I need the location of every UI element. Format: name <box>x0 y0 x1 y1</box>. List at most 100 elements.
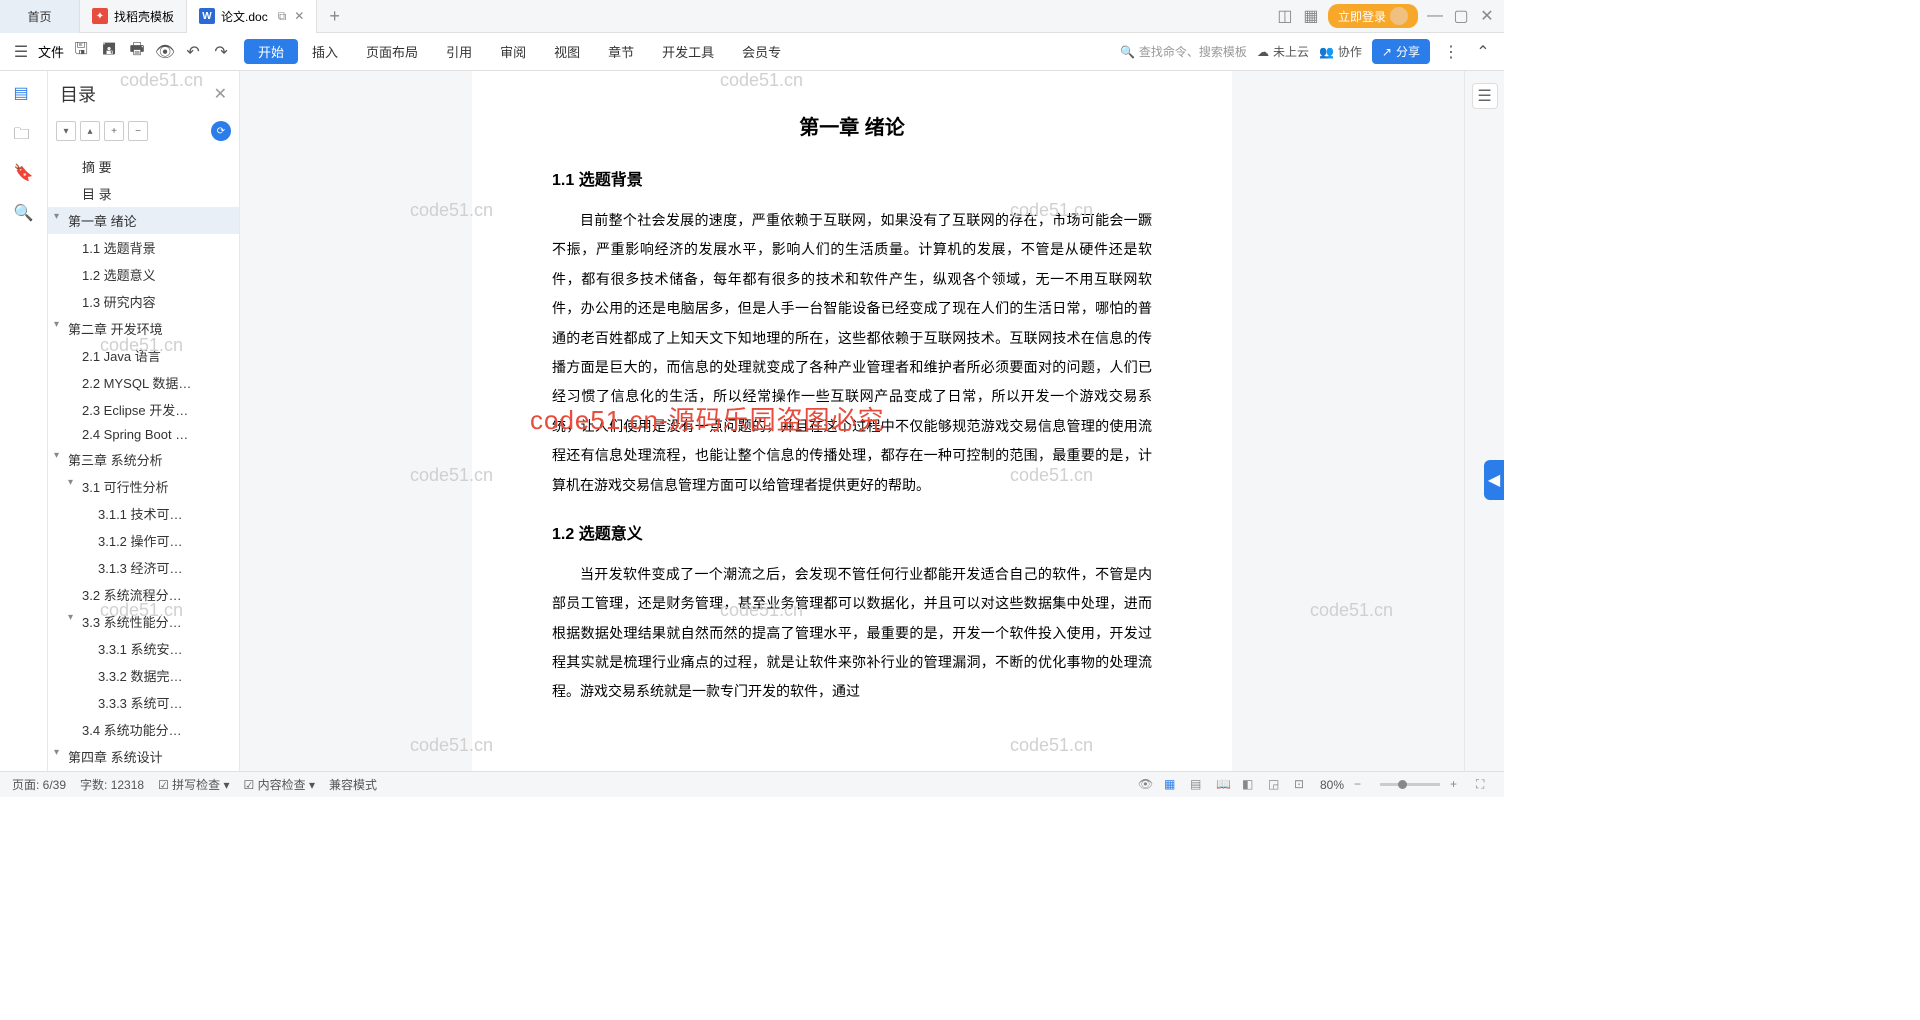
menu-layout[interactable]: 页面布局 <box>352 33 432 71</box>
bookmark-icon[interactable]: 🔖 <box>14 163 34 183</box>
avatar-icon <box>1390 7 1408 25</box>
status-bar: 页面: 6/39 字数: 12318 ☑ 拼写检查 ▾ ☑ 内容检查 ▾ 兼容模… <box>0 771 1504 797</box>
zoom-level[interactable]: 80% <box>1320 778 1344 792</box>
menu-start[interactable]: 开始 <box>244 39 298 64</box>
share-icon: ↗ <box>1382 45 1392 59</box>
preview-icon[interactable]: 👁 <box>154 41 176 63</box>
feedback-tab[interactable]: ◀ <box>1484 460 1504 500</box>
toc-close-icon[interactable]: ✕ <box>214 84 227 104</box>
tab-document[interactable]: W 论文.doc ⧉ ✕ <box>187 0 317 33</box>
toc-item[interactable]: 3.2 系统流程分… <box>48 581 239 608</box>
toc-item[interactable]: 3.3 系统性能分… <box>48 608 239 635</box>
file-menu[interactable]: 文件 <box>38 42 64 61</box>
title-tab-bar: 首页 ✦ 找稻壳模板 W 论文.doc ⧉ ✕ + ◫ ▦ 立即登录 — ▢ ✕ <box>0 0 1504 33</box>
toc-item[interactable]: 1.1 选题背景 <box>48 234 239 261</box>
tab-templates[interactable]: ✦ 找稻壳模板 <box>80 0 187 33</box>
view-outline-icon[interactable]: ▤ <box>1190 777 1206 793</box>
close-icon[interactable]: ✕ <box>1478 7 1496 25</box>
page: 第一章 绪论 1.1 选题背景 目前整个社会发展的速度，严重依赖于互联网，如果没… <box>472 71 1232 771</box>
toc-add[interactable]: + <box>104 121 124 141</box>
undo-icon[interactable]: ↶ <box>182 41 204 63</box>
view-read-icon[interactable]: 📖 <box>1216 777 1232 793</box>
toc-remove[interactable]: − <box>128 121 148 141</box>
toc-item[interactable]: 1.3 研究内容 <box>48 288 239 315</box>
toc-item[interactable]: 3.1.2 操作可… <box>48 527 239 554</box>
cloud-status[interactable]: ☁未上云 <box>1257 43 1309 60</box>
zoom-slider[interactable] <box>1380 783 1440 786</box>
ruler-icon[interactable]: ◲ <box>1268 777 1284 793</box>
toc-item[interactable]: 3.3.3 系统可… <box>48 689 239 716</box>
toc-item[interactable]: 2.4 Spring Boot … <box>48 423 239 446</box>
tab-close-icon[interactable]: ✕ <box>294 9 304 23</box>
toc-item[interactable]: 3.1.3 经济可… <box>48 554 239 581</box>
more-icon[interactable]: ⋮ <box>1440 41 1462 63</box>
find-icon[interactable]: 🔍 <box>14 203 34 223</box>
login-button[interactable]: 立即登录 <box>1328 4 1418 28</box>
view-web-icon[interactable]: ◧ <box>1242 777 1258 793</box>
menu-bar: 开始 插入 页面布局 引用 审阅 视图 章节 开发工具 会员专 <box>244 33 795 71</box>
paragraph: 当开发软件变成了一个潮流之后，会发现不管任何行业都能开发适合自己的软件，不管是内… <box>552 560 1152 707</box>
document-viewport[interactable]: 第一章 绪论 1.1 选题背景 目前整个社会发展的速度，严重依赖于互联网，如果没… <box>240 71 1464 771</box>
toc-item[interactable]: 2.1 Java 语言 <box>48 342 239 369</box>
toc-item[interactable]: 目 录 <box>48 180 239 207</box>
share-button[interactable]: ↗分享 <box>1372 39 1430 64</box>
maximize-icon[interactable]: ▢ <box>1452 7 1470 25</box>
page-indicator[interactable]: 页面: 6/39 <box>12 776 66 793</box>
right-rail: ☰ <box>1464 71 1504 771</box>
toc-item[interactable]: 2.2 MYSQL 数据… <box>48 369 239 396</box>
menu-devtools[interactable]: 开发工具 <box>648 33 728 71</box>
cloud-icon: ☁ <box>1257 45 1269 59</box>
redo-icon[interactable]: ↷ <box>210 41 232 63</box>
hamburger-icon[interactable]: ☰ <box>10 41 32 63</box>
tab-label: 论文.doc <box>221 8 268 25</box>
toc-item[interactable]: 3.3.2 数据完… <box>48 662 239 689</box>
tab-home[interactable]: 首页 <box>0 0 80 33</box>
search-input[interactable]: 🔍 查找命令、搜索模板 <box>1120 43 1247 60</box>
toc-item[interactable]: 第三章 系统分析 <box>48 446 239 473</box>
toc-item[interactable]: 3.4 系统功能分… <box>48 716 239 743</box>
tab-dup-icon[interactable]: ⧉ <box>278 9 287 24</box>
toc-list: 摘 要目 录第一章 绪论1.1 选题背景1.2 选题意义1.3 研究内容第二章 … <box>48 153 239 771</box>
minimize-icon[interactable]: — <box>1426 7 1444 25</box>
menu-review[interactable]: 审阅 <box>486 33 540 71</box>
toc-item[interactable]: 1.2 选题意义 <box>48 261 239 288</box>
rice-icon: ✦ <box>92 8 108 24</box>
save-as-icon[interactable]: 🖪 <box>98 41 120 63</box>
print-icon[interactable]: 🖶 <box>126 41 148 63</box>
view-page-icon[interactable]: ▦ <box>1164 777 1180 793</box>
toc-item[interactable]: 2.3 Eclipse 开发… <box>48 396 239 423</box>
toc-item[interactable]: 3.1.1 技术可… <box>48 500 239 527</box>
toc-collapse-all[interactable]: ▾ <box>56 121 76 141</box>
menu-view[interactable]: 视图 <box>540 33 594 71</box>
toc-item[interactable]: 第一章 绪论 <box>48 207 239 234</box>
outline-icon[interactable]: ▤ <box>14 83 34 103</box>
toc-item[interactable]: 3.3.1 系统安… <box>48 635 239 662</box>
content-check[interactable]: ☑ 内容检查 ▾ <box>244 776 315 793</box>
toc-item[interactable]: 摘 要 <box>48 153 239 180</box>
word-count[interactable]: 字数: 12318 <box>80 776 144 793</box>
chapter-heading: 第一章 绪论 <box>552 111 1152 140</box>
menu-member[interactable]: 会员专 <box>728 33 795 71</box>
fit-icon[interactable]: ⊡ <box>1294 777 1310 793</box>
zoom-out-icon[interactable]: − <box>1354 777 1370 793</box>
menu-refs[interactable]: 引用 <box>432 33 486 71</box>
menu-chapter[interactable]: 章节 <box>594 33 648 71</box>
menu-insert[interactable]: 插入 <box>298 33 352 71</box>
format-icon[interactable]: ☰ <box>1472 83 1498 109</box>
toc-item[interactable]: 第二章 开发环境 <box>48 315 239 342</box>
toc-sync-icon[interactable]: ⟳ <box>211 121 231 141</box>
fullscreen-icon[interactable]: ⛶ <box>1476 777 1492 793</box>
toc-expand-all[interactable]: ▴ <box>80 121 100 141</box>
toc-item[interactable]: 3.1 可行性分析 <box>48 473 239 500</box>
toc-item[interactable]: 第四章 系统设计 <box>48 743 239 770</box>
grid-icon[interactable]: ▦ <box>1302 7 1320 25</box>
save-icon[interactable]: 🖫 <box>70 41 92 63</box>
layout-icon[interactable]: ◫ <box>1276 7 1294 25</box>
collab-button[interactable]: 👥协作 <box>1319 43 1362 60</box>
eye-icon[interactable]: 👁 <box>1138 777 1154 793</box>
spellcheck[interactable]: ☑ 拼写检查 ▾ <box>158 776 229 793</box>
collapse-icon[interactable]: ⌃ <box>1472 41 1494 63</box>
clipboard-icon[interactable]: 🗀 <box>14 123 34 143</box>
zoom-in-icon[interactable]: + <box>1450 777 1466 793</box>
tab-add[interactable]: + <box>317 0 352 33</box>
